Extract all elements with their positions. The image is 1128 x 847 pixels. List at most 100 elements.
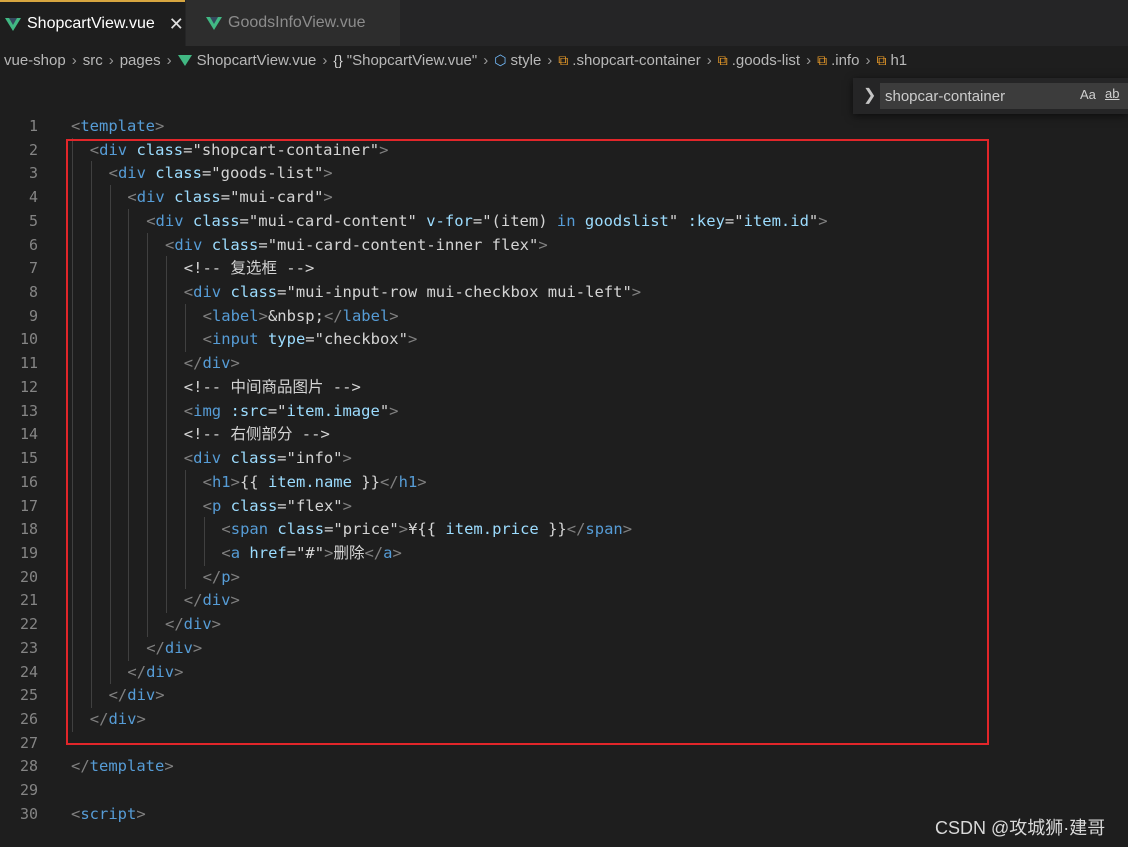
code-token: goodslist [584, 211, 669, 230]
indent-guide [90, 185, 92, 210]
breadcrumb-item[interactable]: ⧉ .info [817, 52, 859, 69]
code-line[interactable]: 27 [0, 731, 1128, 755]
tag-icon: ⧉ [817, 51, 828, 68]
line-number: 27 [19, 733, 38, 752]
indent-guide [109, 256, 111, 282]
code-line[interactable]: 8 <div class="mui-input-row mui-checkbox … [0, 280, 1128, 305]
breadcrumb-item[interactable]: ⬡ style [494, 52, 541, 69]
code-token: < [183, 283, 194, 302]
tab-goodsinfoview[interactable]: GoodsInfoView.vue [186, 0, 400, 46]
code-text: <!-- 中间商品图片 --> [184, 375, 361, 399]
code-line[interactable]: 17 <p class="flex"> [0, 493, 1128, 519]
breadcrumb-item[interactable]: ⧉ h1 [876, 52, 907, 69]
code-line[interactable]: 18 <span class="price">¥{{ item.price }}<… [0, 517, 1128, 542]
code-token: </ [146, 638, 165, 657]
code-line[interactable]: 23 </div> [0, 635, 1128, 661]
tag-icon: ⧉ [717, 51, 728, 68]
match-case-button[interactable]: Aa [1080, 87, 1096, 102]
line-number: 18 [19, 520, 38, 539]
close-icon[interactable]: ✕ [169, 14, 184, 35]
breadcrumb-item[interactable]: ⧉ .shopcart-container [558, 52, 700, 69]
line-number: 20 [19, 567, 38, 586]
breadcrumb-label: src [82, 51, 103, 69]
code-line[interactable]: 13 <img :src="item.image"> [0, 398, 1128, 424]
indent-guide [72, 351, 73, 376]
code-token: </ [165, 615, 184, 634]
cube-icon: ⬡ [494, 51, 507, 68]
code-line[interactable]: 6 <div class="mui-card-content-inner flex… [0, 232, 1128, 258]
code-line[interactable]: 11 </div> [0, 351, 1128, 376]
indent-guide [109, 398, 111, 424]
code-token: > [342, 449, 352, 468]
code-line[interactable]: 7 <!-- 复选框 --> [0, 256, 1128, 282]
code-line[interactable]: 15 <div class="info"> [0, 446, 1128, 471]
vue-file-icon [5, 17, 21, 31]
indent-guide [109, 374, 111, 400]
code-line[interactable]: 1 <template> [0, 114, 1128, 138]
code-token: p [221, 567, 231, 586]
chevron-right-icon[interactable]: ❯ [863, 85, 876, 105]
breadcrumb-item[interactable]: ShopcartView.vue [177, 52, 316, 69]
line-number: 3 [28, 164, 38, 183]
breadcrumb-item[interactable]: ⧉ .goods-list [718, 52, 800, 69]
code-line[interactable]: 9 <label>&nbsp;</label> [0, 303, 1128, 329]
code-line[interactable]: 10 <input type="checkbox"> [0, 327, 1128, 353]
indent-guide [90, 161, 92, 187]
line-number: 28 [19, 757, 38, 776]
code-text: <p class="flex"> [203, 494, 352, 518]
code-token: div [127, 686, 156, 705]
indent-guide [109, 635, 111, 661]
code-line[interactable]: 22 </div> [0, 612, 1128, 637]
indent-guide [166, 469, 167, 495]
code-line[interactable]: 3 <div class="goods-list"> [0, 161, 1128, 187]
indent-guide [147, 232, 149, 258]
indent-guide [90, 351, 92, 376]
code-editor[interactable]: 1 <template> 2 <div class="shopcart-contain… [0, 114, 1128, 847]
code-token: input [211, 330, 259, 349]
code-line[interactable]: 29 [0, 778, 1128, 802]
indent-guide [109, 469, 111, 495]
indent-guide [109, 540, 111, 566]
code-line[interactable]: 26 </div> [0, 707, 1128, 732]
code-line[interactable]: 12 <!-- 中间商品图片 --> [0, 374, 1128, 400]
code-line[interactable]: 25 </div> [0, 683, 1128, 708]
breadcrumb-item[interactable]: src [83, 52, 103, 69]
breadcrumb-item[interactable]: vue-shop [4, 52, 66, 69]
tab-shopcartview[interactable]: ShopcartView.vue ✕ [0, 0, 185, 46]
code-token: > [258, 306, 268, 325]
code-line[interactable]: 16 <h1>{{ item.name }}</h1> [0, 469, 1128, 495]
code-token: < [89, 140, 100, 159]
code-token: div [108, 710, 137, 728]
indent-guide [147, 469, 149, 495]
breadcrumb-item[interactable]: pages [120, 52, 161, 69]
code-token: > [230, 354, 240, 373]
code-line[interactable]: 28 </template> [0, 754, 1128, 778]
indent-guide [147, 374, 149, 400]
indent-guide [109, 446, 111, 471]
indent-guide [72, 446, 73, 471]
code-token: <!-- 中间商品图片 --> [183, 377, 361, 396]
code-token: h1 [211, 472, 231, 491]
code-line[interactable]: 24 </div> [0, 659, 1128, 685]
code-line[interactable]: 14 <!-- 右侧部分 --> [0, 422, 1128, 448]
code-line[interactable]: 5 <div class="mui-card-content" v-for="(i… [0, 208, 1128, 234]
code-token: "info" [286, 449, 343, 468]
indent-guide [90, 280, 92, 305]
code-line[interactable]: 21 </div> [0, 588, 1128, 614]
code-line[interactable]: 2 <div class="shopcart-container"> [0, 137, 1128, 163]
whole-word-button[interactable]: ab [1105, 86, 1119, 101]
code-token: {{ [239, 472, 268, 491]
code-line[interactable]: 20 </p> [0, 564, 1128, 590]
code-token: img [193, 401, 222, 420]
code-token: ="(item) [472, 211, 557, 230]
code-line[interactable]: 4 <div class="mui-card"> [0, 185, 1128, 210]
indent-guide [90, 564, 92, 590]
code-token: > [192, 638, 203, 657]
code-line[interactable]: 19 <a href="#">删除</a> [0, 540, 1128, 566]
indent-guide [90, 374, 92, 400]
code-token: }} [538, 520, 567, 539]
breadcrumb-item[interactable]: {} "ShopcartView.vue" [333, 52, 477, 69]
indent-guide [203, 517, 205, 542]
code-token: class [155, 164, 202, 183]
code-token: v-for [426, 211, 473, 230]
